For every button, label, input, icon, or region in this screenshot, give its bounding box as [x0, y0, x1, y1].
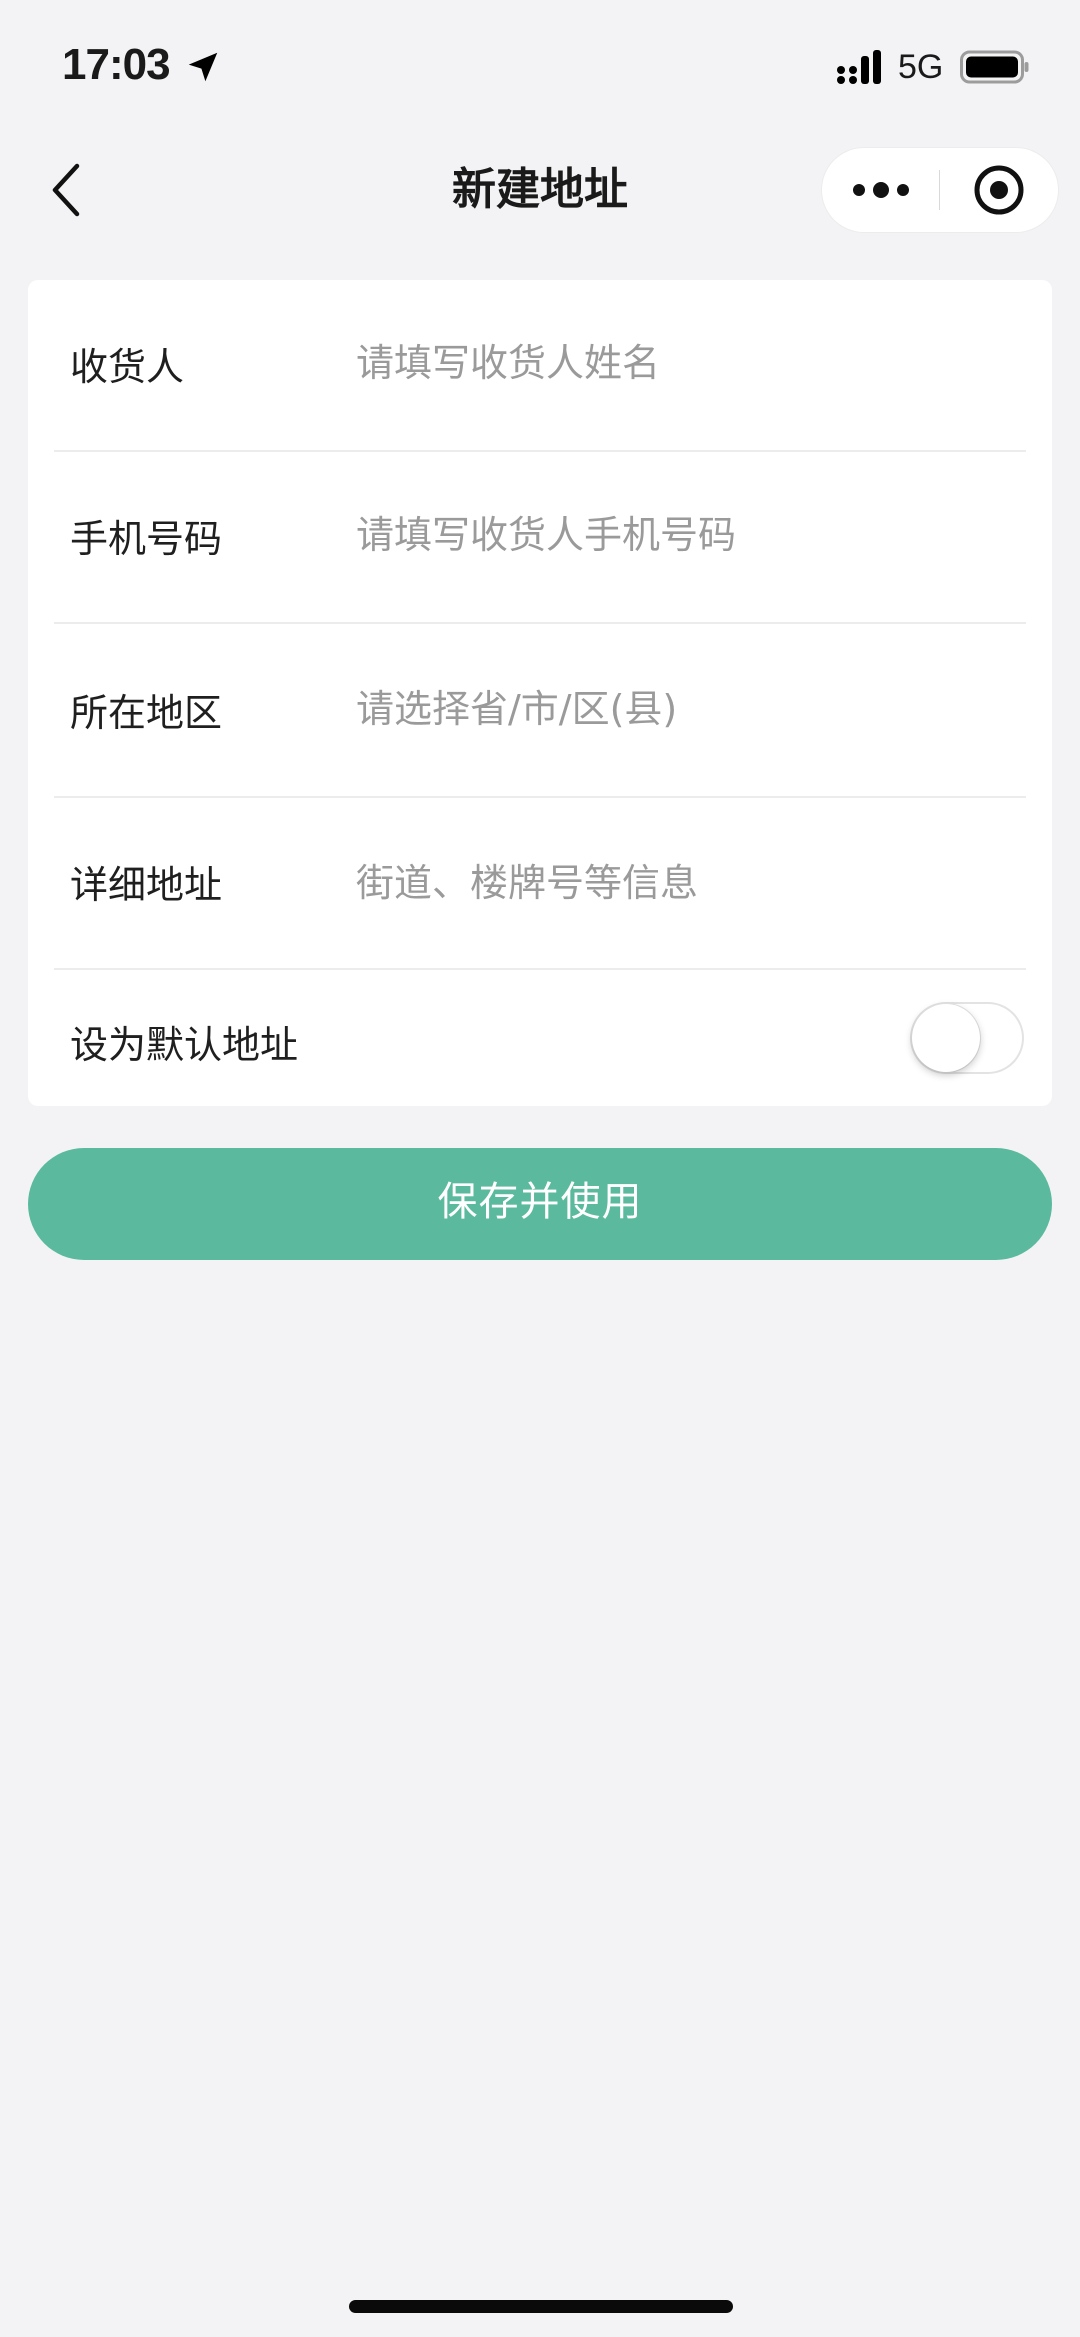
recipient-row: 收货人 — [28, 280, 1052, 450]
home-indicator — [349, 2300, 733, 2313]
detail-address-input[interactable] — [356, 858, 1016, 908]
default-address-row: 设为默认地址 — [28, 970, 1052, 1106]
more-dots-icon — [853, 182, 909, 198]
network-type: 5G — [898, 48, 944, 86]
save-and-use-button[interactable]: 保存并使用 — [28, 1148, 1052, 1260]
address-form: 收货人 手机号码 所在地区 详细地址 设为默认地址 — [28, 280, 1052, 1106]
status-time: 17:03 — [62, 40, 171, 89]
default-address-label: 设为默认地址 — [70, 1023, 299, 1067]
detail-address-row: 详细地址 — [28, 798, 1052, 968]
recipient-name-input[interactable] — [356, 338, 1016, 388]
navigation-bar: 新建地址 — [0, 130, 1080, 250]
location-arrow-icon — [188, 52, 218, 82]
more-button[interactable] — [822, 148, 940, 232]
miniprogram-capsule — [822, 148, 1058, 232]
phone-label: 手机号码 — [70, 517, 223, 561]
close-miniprogram-button[interactable] — [940, 148, 1058, 232]
back-button[interactable] — [36, 158, 96, 222]
region-label: 所在地区 — [70, 691, 223, 735]
region-row: 所在地区 — [28, 624, 1052, 796]
chevron-left-icon — [52, 163, 80, 217]
detail-address-label: 详细地址 — [70, 863, 223, 907]
recipient-label: 收货人 — [70, 345, 185, 389]
status-bar: 17:03 5G — [0, 0, 1080, 130]
phone-row: 手机号码 — [28, 452, 1052, 622]
phone-number-input[interactable] — [356, 510, 1016, 560]
battery-icon — [960, 50, 1029, 84]
target-close-icon — [974, 165, 1024, 215]
signal-icon — [837, 50, 881, 84]
region-picker[interactable] — [356, 684, 1016, 734]
switch-knob — [912, 1004, 980, 1072]
default-address-switch[interactable] — [910, 1002, 1024, 1074]
